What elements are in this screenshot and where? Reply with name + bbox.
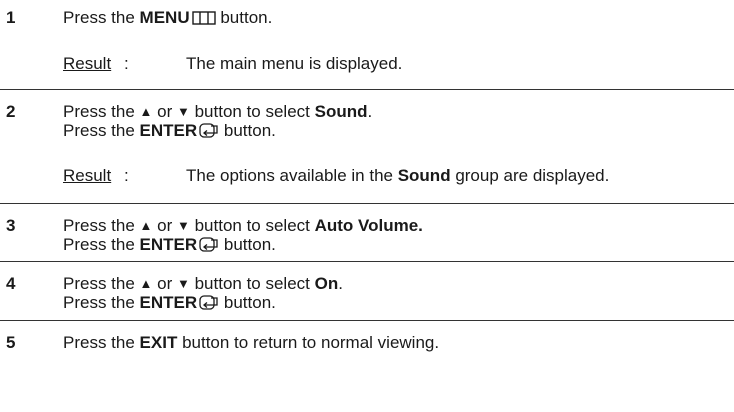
enter-icon — [199, 295, 219, 315]
step-instruction: Press the ▲ or ▼ button to select On. — [63, 274, 343, 293]
result-label: Result — [63, 54, 112, 73]
divider — [0, 261, 734, 262]
result-label: Result — [63, 166, 112, 185]
step-instruction: Press the ENTER button. — [63, 293, 276, 315]
step-instruction: Press the EXIT button to return to norma… — [63, 333, 440, 352]
menu-icon — [191, 10, 216, 30]
divider — [0, 320, 734, 321]
enter-icon — [199, 123, 219, 143]
step-instruction: Press the ▲ or ▼ button to select Auto V… — [63, 216, 423, 235]
up-arrow-icon: ▲ — [139, 104, 153, 119]
step-instruction: Press the ▲ or ▼ button to select Sound. — [63, 102, 373, 121]
divider — [0, 89, 734, 90]
divider — [0, 203, 734, 204]
step-number: 5 — [6, 333, 16, 352]
step-instruction: Press the ENTER button. — [63, 235, 276, 257]
down-arrow-icon: ▼ — [176, 104, 190, 119]
up-arrow-icon: ▲ — [139, 218, 153, 233]
step-number: 3 — [6, 216, 16, 235]
step-number: 2 — [6, 102, 16, 121]
step-instruction: Press the MENU button. — [63, 8, 272, 30]
result-text: The options available in the Sound group… — [186, 166, 610, 185]
up-arrow-icon: ▲ — [139, 276, 153, 291]
result-text: The main menu is displayed. — [186, 54, 403, 73]
enter-icon — [199, 237, 219, 257]
step-number: 1 — [6, 8, 16, 27]
down-arrow-icon: ▼ — [176, 218, 190, 233]
down-arrow-icon: ▼ — [176, 276, 190, 291]
step-number: 4 — [6, 274, 16, 293]
instruction-document: 1 Press the MENU button. Result: The mai… — [0, 0, 734, 412]
step-instruction: Press the ENTER button. — [63, 121, 276, 143]
